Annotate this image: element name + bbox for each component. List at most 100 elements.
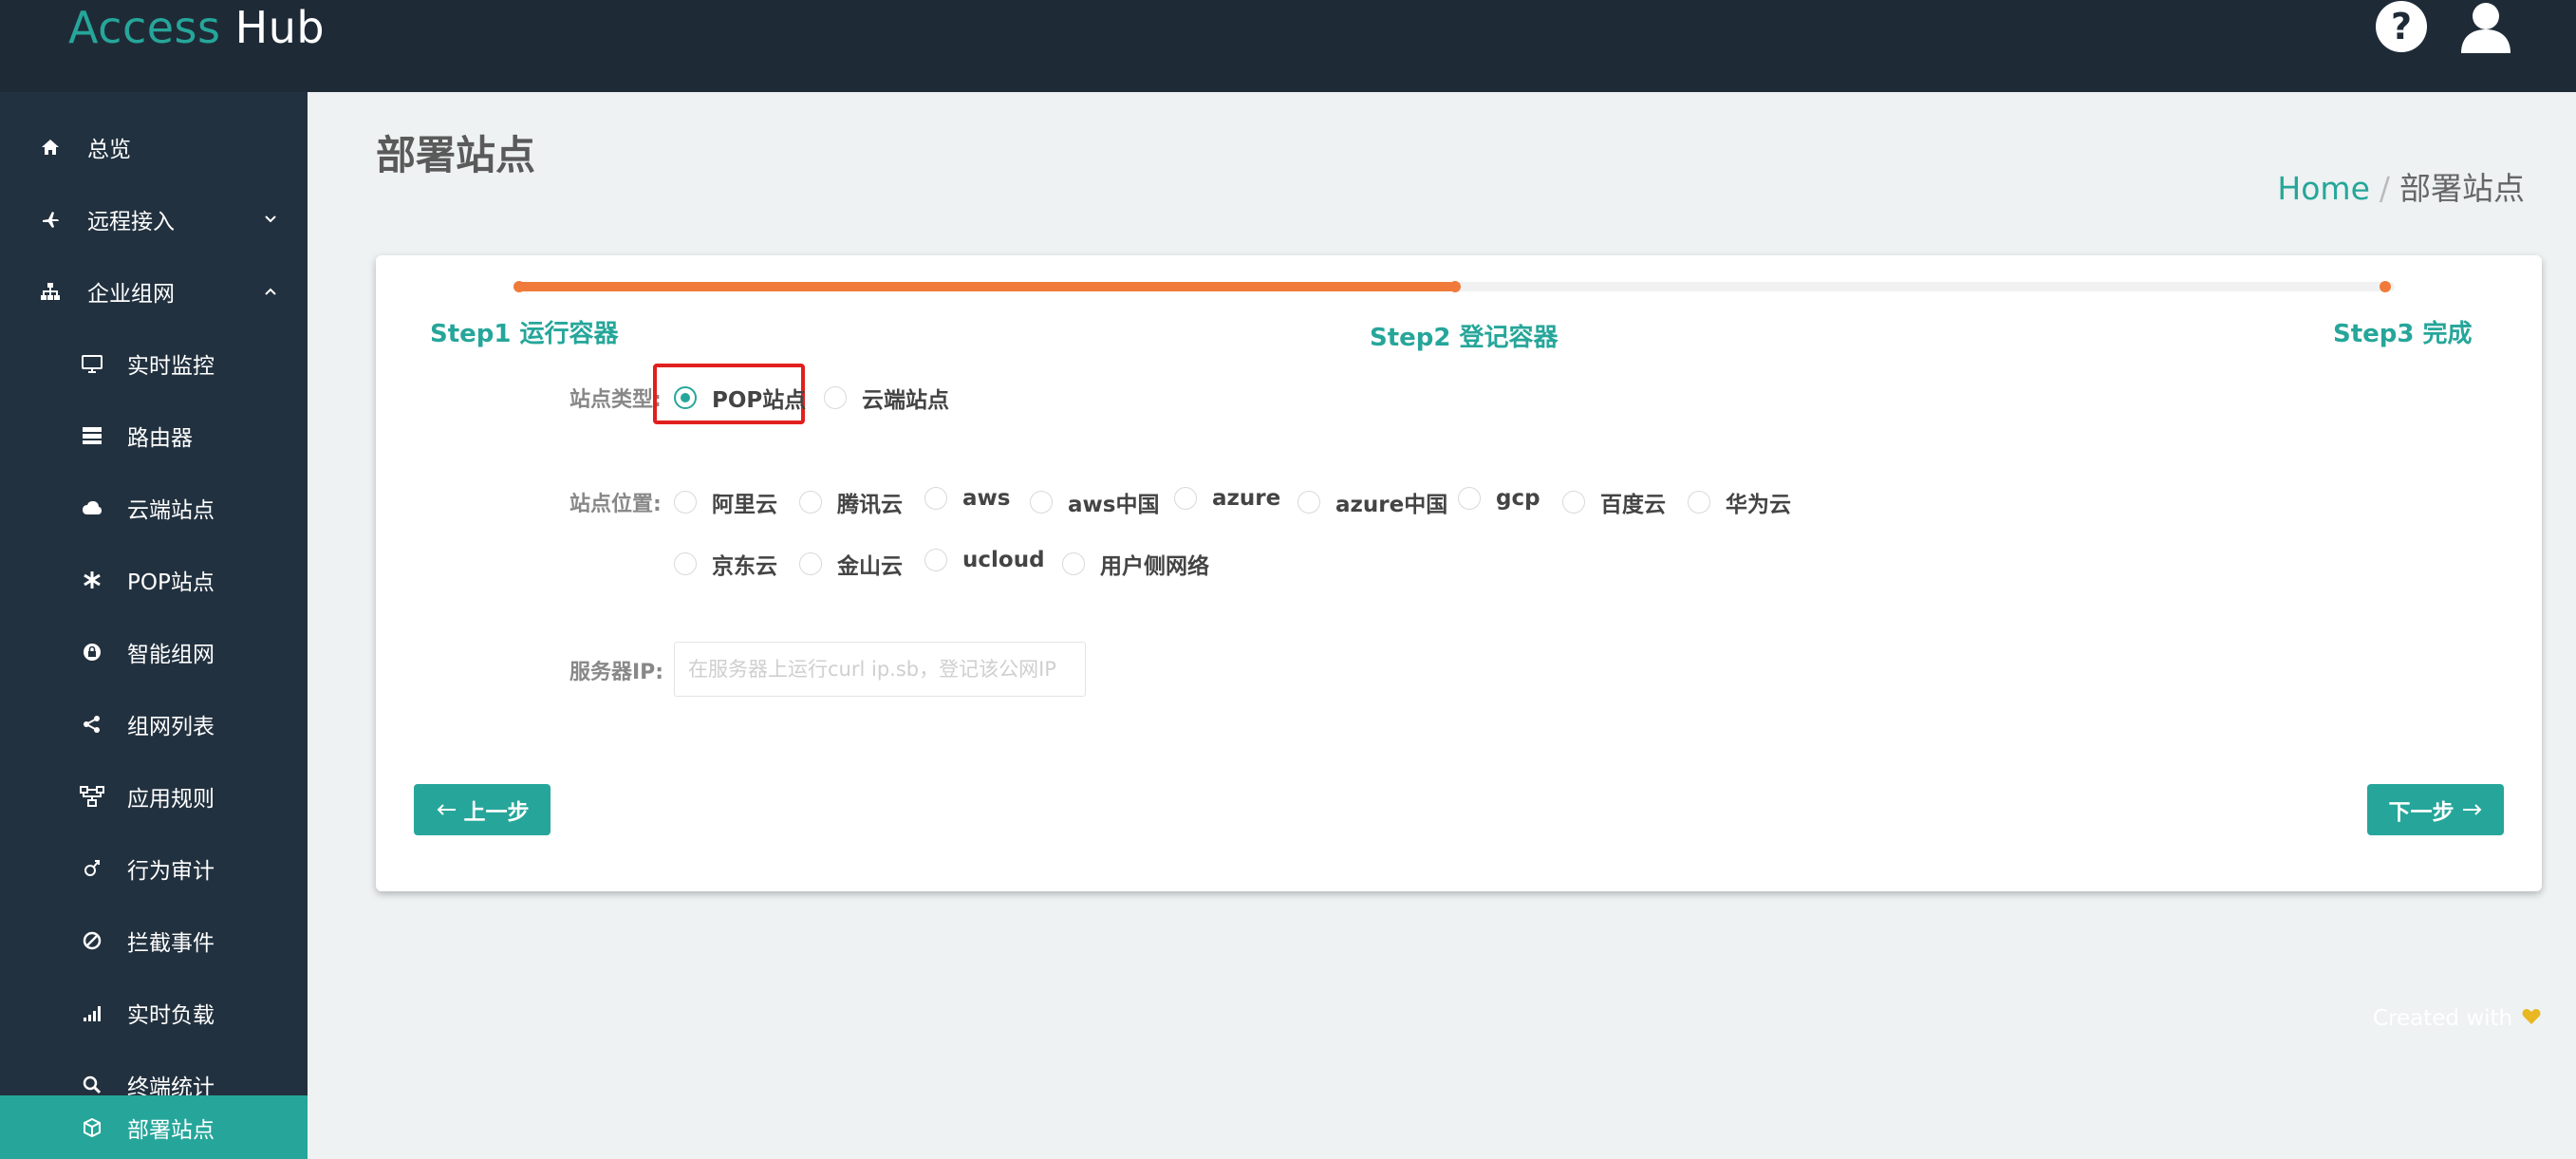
progress-dot-step1 (513, 281, 525, 292)
radio-unchecked-icon[interactable] (1062, 552, 1085, 575)
radio-label: ucloud (962, 548, 1045, 572)
radio-location-gcp[interactable]: gcp (1458, 486, 1540, 511)
server-ip-input[interactable] (674, 642, 1086, 697)
sidebar-item-behavior-audit[interactable]: 行为审计 (0, 832, 308, 905)
radio-unchecked-icon[interactable] (1688, 491, 1710, 514)
radio-location-azure-china[interactable]: azure中国 (1297, 486, 1447, 518)
radio-unchecked-icon[interactable] (799, 552, 822, 575)
sidebar-item-label: POP站点 (127, 570, 215, 595)
footer-text: Created with (2373, 1006, 2513, 1031)
radio-unchecked-icon[interactable] (1562, 491, 1585, 514)
network-icon (80, 784, 104, 809)
radio-location-aws[interactable]: aws (924, 486, 1010, 511)
server-icon (80, 423, 104, 448)
top-navbar: Access Hub ? (0, 0, 2576, 92)
sidebar-item-label: 行为审计 (127, 859, 215, 884)
site-type-label: 站点类型: (569, 388, 662, 412)
server-ip-label: 服务器IP: (569, 661, 664, 684)
radio-location-jd[interactable]: 京东云 (674, 548, 777, 580)
sidebar-item-label: 拦截事件 (127, 931, 215, 956)
radio-unchecked-icon[interactable] (1174, 487, 1197, 510)
site-location-label: 站点位置: (569, 493, 662, 516)
radio-label: 腾讯云 (837, 493, 903, 517)
sidebar: 总览 远程接入 企业组网 实时监控 路由器 云端站点 POP站点 智能组网 组网… (0, 92, 308, 1159)
sidebar-item-remote-access[interactable]: 远程接入 (0, 183, 308, 255)
sidebar-item-blocked-events[interactable]: 拦截事件 (0, 905, 308, 977)
radio-unchecked-icon[interactable] (824, 386, 847, 409)
radio-location-tencent[interactable]: 腾讯云 (799, 486, 903, 518)
sidebar-item-realtime-monitor[interactable]: 实时监控 (0, 327, 308, 400)
radio-unchecked-icon[interactable] (799, 491, 822, 514)
radio-location-azure[interactable]: azure (1174, 486, 1280, 511)
question-circle-icon[interactable]: ? (2375, 0, 2428, 53)
sidebar-item-label: 实时负载 (127, 1003, 215, 1028)
sidebar-item-deploy-site[interactable]: 部署站点 (0, 1095, 308, 1159)
radio-unchecked-icon[interactable] (924, 487, 947, 510)
radio-unchecked-icon[interactable] (674, 552, 697, 575)
step1-label[interactable]: Step1 运行容器 (430, 314, 619, 349)
breadcrumb: Home / 部署站点 (2277, 163, 2525, 209)
chevron-up-icon[interactable] (262, 283, 279, 300)
radio-label: azure (1212, 486, 1281, 511)
radio-label: 阿里云 (712, 493, 777, 517)
sidebar-item-label: 智能组网 (127, 643, 215, 667)
radio-location-aws-china[interactable]: aws中国 (1030, 486, 1159, 518)
next-step-label: 下一步 (2388, 800, 2455, 825)
search-icon (80, 1073, 104, 1097)
radio-unchecked-icon[interactable] (1458, 487, 1481, 510)
progress-fill (515, 282, 1455, 291)
radio-location-ucloud[interactable]: ucloud (924, 548, 1045, 572)
radio-label: 用户侧网络 (1100, 554, 1209, 579)
prev-step-button[interactable]: 上一步 (414, 784, 551, 835)
chevron-down-icon[interactable] (262, 211, 279, 228)
radio-location-user-network[interactable]: 用户侧网络 (1062, 548, 1209, 580)
radio-label: 百度云 (1600, 493, 1666, 517)
cube-icon (80, 1115, 104, 1140)
sidebar-item-network-list[interactable]: 组网列表 (0, 688, 308, 760)
sidebar-item-enterprise-network[interactable]: 企业组网 (0, 255, 308, 327)
radio-label: aws (962, 486, 1011, 511)
sidebar-item-label: 部署站点 (127, 1117, 215, 1143)
radio-checked-icon[interactable] (674, 386, 697, 409)
radio-label: 京东云 (712, 554, 777, 579)
radio-cloud-site[interactable]: 云端站点 (824, 382, 949, 414)
sidebar-item-overview[interactable]: 总览 (0, 111, 308, 183)
wizard-progress-bar (513, 281, 2395, 292)
radio-location-huawei[interactable]: 华为云 (1688, 486, 1791, 518)
svg-text:?: ? (2391, 6, 2412, 47)
ban-icon (80, 928, 104, 953)
user-icon[interactable] (2459, 0, 2512, 53)
next-step-button[interactable]: 下一步 (2367, 784, 2504, 835)
progress-dot-step2 (1449, 281, 1461, 292)
sidebar-item-label: 组网列表 (127, 715, 215, 739)
footer: Created with (2373, 1006, 2541, 1031)
step3-label[interactable]: Step3 完成 (2333, 314, 2473, 349)
radio-unchecked-icon[interactable] (1297, 491, 1320, 514)
radio-unchecked-icon[interactable] (674, 491, 697, 514)
sidebar-item-cloud-site[interactable]: 云端站点 (0, 472, 308, 544)
sidebar-item-label: 企业组网 (87, 282, 175, 307)
radio-pop-site[interactable]: POP站点 (674, 382, 806, 414)
sidebar-item-label: 实时监控 (127, 354, 215, 379)
breadcrumb-separator: / (2379, 170, 2390, 207)
radio-location-baidu[interactable]: 百度云 (1562, 486, 1666, 518)
radio-location-aliyun[interactable]: 阿里云 (674, 486, 777, 518)
sidebar-item-router[interactable]: 路由器 (0, 400, 308, 472)
sidebar-item-smart-network[interactable]: 智能组网 (0, 616, 308, 688)
logo-text-hub: Hub (234, 2, 326, 53)
radio-location-kingsoft[interactable]: 金山云 (799, 548, 903, 580)
breadcrumb-home-link[interactable]: Home (2277, 170, 2369, 207)
radio-label: 金山云 (837, 554, 903, 579)
sidebar-item-app-rules[interactable]: 应用规则 (0, 760, 308, 832)
progress-dot-step3 (2380, 281, 2391, 292)
wizard-card: Step1 运行容器 Step2 登记容器 Step3 完成 站点类型: POP… (376, 255, 2542, 891)
radio-unchecked-icon[interactable] (924, 549, 947, 571)
share-icon (80, 712, 104, 737)
app-logo[interactable]: Access Hub (68, 2, 325, 53)
step2-label[interactable]: Step2 登记容器 (1370, 318, 1559, 353)
sidebar-item-realtime-load[interactable]: 实时负载 (0, 977, 308, 1049)
heart-icon (2522, 1006, 2541, 1031)
sidebar-item-pop-site[interactable]: POP站点 (0, 544, 308, 616)
radio-unchecked-icon[interactable] (1030, 491, 1053, 514)
prev-step-label: 上一步 (463, 800, 530, 825)
